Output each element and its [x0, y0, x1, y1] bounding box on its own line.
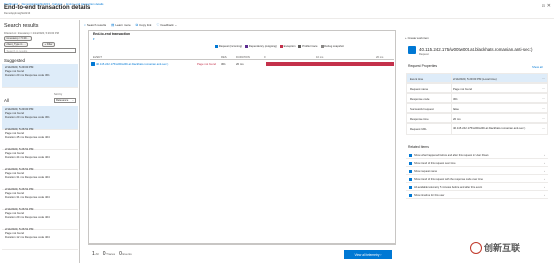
filter-summary: Filtered on: timestamp = 2/14/2020, 5:29…: [4, 32, 59, 35]
more-icon[interactable]: …: [542, 126, 545, 130]
legend-profiler: Profiler trace: [298, 45, 318, 48]
event-duration: 20 ms: [236, 62, 244, 66]
timeline-bar[interactable]: [266, 62, 394, 66]
toolbar: ⌕ Search results ▤ Learn more ⧉ Copy link ♡…: [84, 22, 177, 28]
logo-text: 创新互联: [484, 243, 521, 253]
learn-more-button[interactable]: ▤ Learn more: [111, 23, 131, 27]
properties-heading: Request Properties: [408, 64, 438, 68]
more-icon[interactable]: …: [542, 76, 545, 80]
legend-dependency: Dependency (outgoing): [245, 45, 277, 48]
book-icon: ▤: [111, 23, 115, 27]
user-icon: [409, 193, 412, 197]
event-name[interactable]: 40.115.242.175/w00tw00t.at.blackhats.rom…: [96, 62, 168, 66]
prop-row[interactable]: Request name Page not found…: [406, 83, 548, 93]
chevron-right-icon: ›: [544, 153, 545, 157]
legend-exception: Exception: [279, 45, 295, 48]
more-icon[interactable]: …: [542, 106, 545, 110]
copy-link-button[interactable]: ⧉ Copy link: [136, 23, 152, 27]
count-traces[interactable]: 0Traces: [103, 251, 115, 257]
sort-select[interactable]: Relevance ⌄: [54, 98, 76, 103]
footer-counts: 1All 0Traces 0Events: [92, 251, 132, 257]
prop-row[interactable]: Successful request false…: [406, 103, 548, 113]
details-pane: [402, 20, 554, 263]
plus-icon: +: [405, 36, 407, 40]
request-icon: [91, 62, 95, 66]
pin-icon[interactable]: ⊡: [542, 3, 545, 8]
chevron-right-icon: ›: [544, 161, 545, 165]
link-icon: ⧉: [135, 23, 139, 27]
page-subtitle: DemoAppInsights0213: [4, 12, 31, 15]
related-item[interactable]: Show request name ›: [406, 168, 548, 175]
more-icon[interactable]: …: [542, 86, 545, 90]
prop-row[interactable]: Response time 20 ms…: [406, 113, 548, 123]
chart-icon: [409, 169, 412, 173]
more-icon[interactable]: …: [542, 96, 545, 100]
add-filter-pill[interactable]: + Filter: [42, 42, 55, 47]
more-icon[interactable]: …: [542, 116, 545, 120]
search-results-title: Search results: [4, 23, 39, 29]
result-item-suggested[interactable]: 2/14/2020, 5:29:00 PM Page not found Dur…: [2, 64, 78, 88]
col-duration: DURATION: [236, 55, 250, 59]
request-type-icon: [408, 46, 416, 54]
prop-row[interactable]: Event time 2/14/2020, 5:29:00 PM (Local t…: [406, 73, 548, 83]
chevron-right-icon: ›: [544, 193, 545, 197]
legend: Request (incoming) Dependency (outgoing)…: [215, 45, 344, 48]
col-scale-0: 0: [264, 55, 266, 59]
watermark-logo: 创新互联: [470, 241, 520, 254]
legend-snapshot: Debug snapshot: [320, 45, 344, 48]
event-res: 301: [221, 62, 226, 66]
chevron-right-icon: ›: [380, 252, 382, 257]
sort-label: Sort by: [54, 93, 63, 96]
create-work-item-button[interactable]: + Create work item: [405, 36, 429, 40]
col-scale-20: 20 ms: [376, 55, 384, 59]
related-item[interactable]: Show trend of this request over time ›: [406, 160, 548, 167]
grid-header: EVENT RES. DURATION 0 10 ms 20 ms: [90, 55, 394, 60]
count-all[interactable]: 1All: [92, 251, 99, 257]
page-title: End-to-end transaction details: [4, 5, 91, 11]
flow-icon: [409, 153, 412, 157]
feedback-button[interactable]: ♡ Feedback ⌄: [156, 23, 177, 27]
suggested-heading: Suggested: [4, 58, 25, 63]
chevron-down-icon: ⌄: [174, 23, 178, 27]
related-item[interactable]: Show trend of this request with the resp…: [406, 176, 548, 183]
logo-icon: [470, 241, 482, 254]
chart-icon: [409, 177, 412, 181]
event-result: Page not found: [197, 62, 216, 66]
header-divider: [0, 18, 554, 19]
search-input[interactable]: Search in results: [4, 48, 76, 53]
filter-pill-timestamp[interactable]: timestamp = 5:29…: [4, 36, 32, 41]
prop-row[interactable]: Response code 301…: [406, 93, 548, 103]
details-subtitle: Request: [419, 53, 429, 56]
chevron-down-icon: ⌄: [71, 99, 74, 102]
show-all-link[interactable]: Show all: [532, 65, 543, 69]
chart-icon: [409, 161, 412, 165]
related-items-heading: Related Items: [408, 145, 429, 149]
chevron-right-icon: ›: [544, 185, 545, 189]
transaction-title: End-to-end transaction: [93, 32, 131, 36]
count-events[interactable]: 0Events: [119, 251, 132, 257]
related-item[interactable]: Show timeline for this user ›: [406, 192, 548, 199]
list-icon: [409, 185, 412, 189]
details-title: 40.115.242.175/w00tw00t.at.blackhats.rom…: [419, 47, 533, 52]
related-item[interactable]: Show what happened before and after this…: [406, 152, 548, 159]
legend-request: Request (incoming): [215, 45, 242, 48]
collapse-icon[interactable]: ▾: [93, 37, 95, 41]
search-icon: ⌕: [84, 23, 86, 27]
heart-icon: ♡: [156, 23, 160, 27]
related-item[interactable]: All available telemetry 5 minutes before…: [406, 184, 548, 191]
result-item[interactable]: 2/14/2020, 5:26:51 PM Page not found Dur…: [2, 226, 78, 250]
all-heading: All: [4, 98, 9, 103]
close-icon[interactable]: ✕: [547, 3, 551, 9]
prop-row[interactable]: Request URL 40.115.242.175/w00tw00t.at.bl…: [406, 123, 548, 135]
filter-pill-client-type[interactable]: client_Type in …: [4, 42, 29, 47]
chevron-right-icon: ›: [544, 177, 545, 181]
search-results-button[interactable]: ⌕ Search results: [84, 23, 106, 27]
col-scale-10: 10 ms: [316, 55, 324, 59]
view-all-telemetry-button[interactable]: View all telemetry ›: [344, 250, 392, 259]
col-res: RES.: [221, 55, 228, 59]
col-event: EVENT: [93, 55, 102, 59]
chevron-right-icon: ›: [544, 169, 545, 173]
